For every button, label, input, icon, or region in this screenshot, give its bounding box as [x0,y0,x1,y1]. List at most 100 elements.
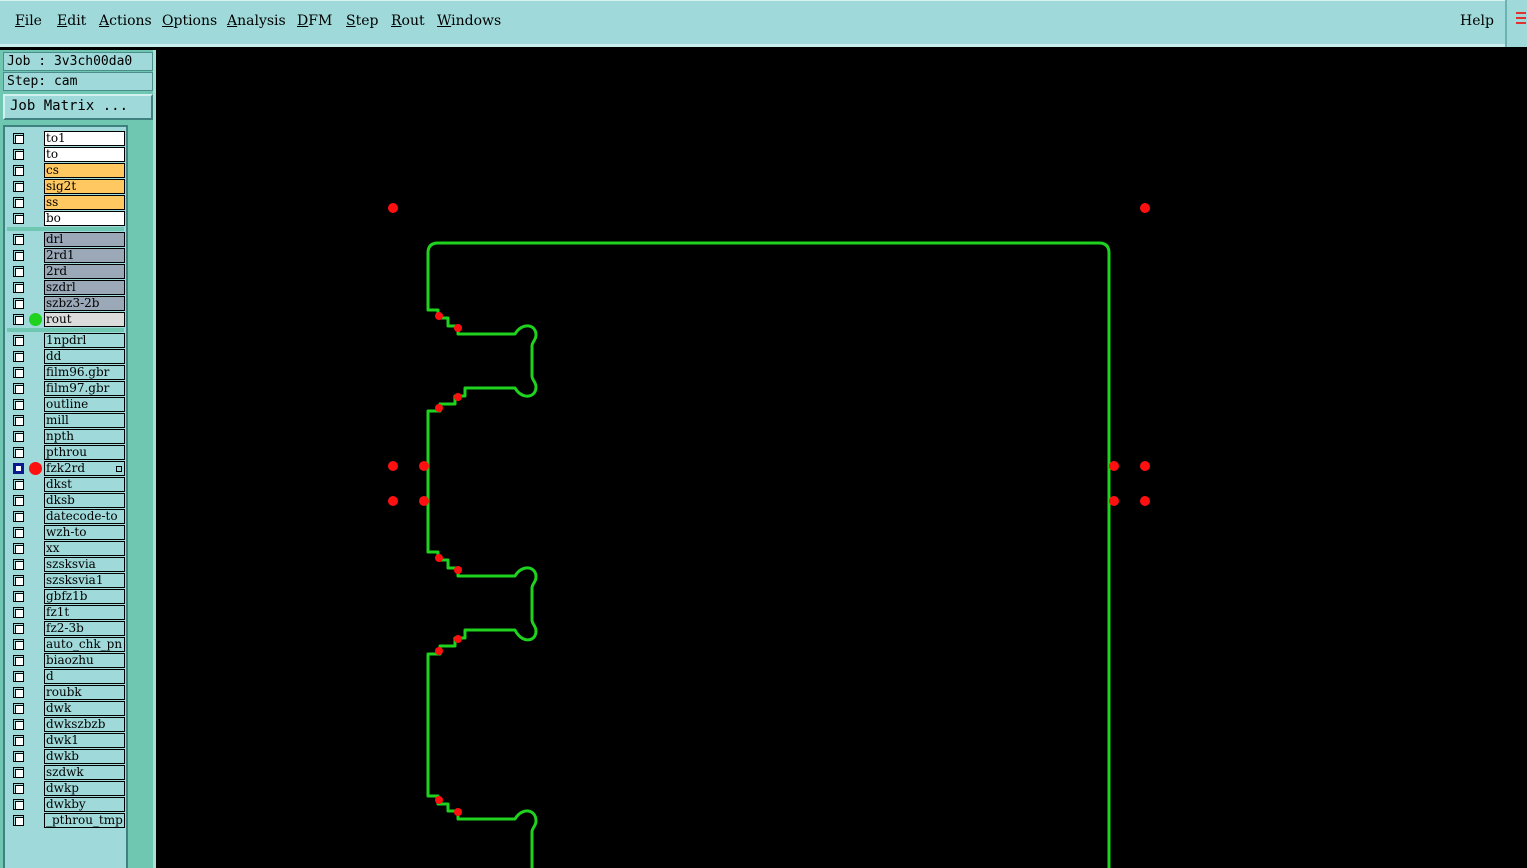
layer-name[interactable]: film97.gbr [44,381,125,396]
layer-checkbox[interactable] [13,495,24,506]
layer-row[interactable]: bo [8,211,125,226]
layer-checkbox[interactable] [13,367,24,378]
layer-row[interactable]: npth [8,429,125,444]
layer-name[interactable]: datecode-to [44,509,125,524]
layer-name[interactable]: gbfz1b [44,589,125,604]
layer-checkbox[interactable] [13,799,24,810]
layer-name[interactable]: ss [44,195,125,210]
layer-row[interactable]: dwkszbzb [8,717,125,732]
layer-checkbox[interactable] [13,607,24,618]
layer-name[interactable]: 1npdrl [44,333,125,348]
layer-name[interactable]: film96.gbr [44,365,125,380]
layer-row[interactable]: 1npdrl [8,333,125,348]
layer-checkbox[interactable] [13,719,24,730]
layer-name[interactable]: dwkb [44,749,125,764]
layer-name[interactable]: roubk [44,685,125,700]
layer-row[interactable]: ss [8,195,125,210]
layer-row[interactable]: outline [8,397,125,412]
layer-name[interactable]: dwkp [44,781,125,796]
layer-row[interactable]: to1 [8,131,125,146]
layer-row[interactable]: szdwk [8,765,125,780]
layer-checkbox[interactable] [13,149,24,160]
layer-row[interactable]: _pthrou_tmp [8,813,125,828]
layer-row[interactable]: film96.gbr [8,365,125,380]
layer-name[interactable]: npth [44,429,125,444]
layer-checkbox[interactable] [13,399,24,410]
menu-dfm[interactable]: DFM [297,13,332,29]
layer-checkbox[interactable] [13,213,24,224]
layer-checkbox[interactable] [13,575,24,586]
layer-name[interactable]: outline [44,397,125,412]
layer-row[interactable]: mill [8,413,125,428]
menu-analysis[interactable]: Analysis [227,13,286,29]
layer-row[interactable]: fz1t [8,605,125,620]
layer-checkbox[interactable] [13,266,24,277]
layer-name[interactable]: sig2t [44,179,125,194]
layer-checkbox[interactable] [13,415,24,426]
menu-actions[interactable]: Actions [99,13,152,29]
layer-checkbox[interactable] [13,511,24,522]
layer-checkbox[interactable] [13,559,24,570]
layer-name[interactable]: fz2-3b [44,621,125,636]
layer-checkbox[interactable] [13,479,24,490]
layer-checkbox[interactable] [13,351,24,362]
layer-row[interactable]: dkst [8,477,125,492]
layer-row[interactable]: film97.gbr [8,381,125,396]
layer-checkbox[interactable] [13,383,24,394]
layer-display-indicator-icon[interactable] [29,313,42,326]
layer-row[interactable]: szbz3-2b [8,296,125,311]
menu-edit[interactable]: Edit [57,13,86,29]
layer-checkbox[interactable] [13,815,24,826]
layer-checkbox[interactable] [13,703,24,714]
layer-row[interactable]: fzk2rd [8,461,125,476]
layer-name[interactable]: szdwk [44,765,125,780]
layer-name[interactable]: bo [44,211,125,226]
layer-checkbox[interactable] [13,767,24,778]
layer-checkbox[interactable] [13,165,24,176]
layer-row[interactable]: szsksvia1 [8,573,125,588]
layer-row[interactable]: 2rd [8,264,125,279]
layer-row[interactable]: 2rd1 [8,248,125,263]
layer-display-indicator-icon[interactable] [29,462,42,475]
menu-rout[interactable]: Rout [391,13,425,29]
layer-name[interactable]: dwk [44,701,125,716]
layer-checkbox[interactable] [13,335,24,346]
graphic-canvas[interactable] [156,50,1527,868]
layer-row[interactable]: d [8,669,125,684]
layer-name[interactable]: dwkszbzb [44,717,125,732]
menu-file[interactable]: File [15,13,42,29]
layer-row[interactable]: dd [8,349,125,364]
layer-checkbox[interactable] [13,234,24,245]
layer-name[interactable]: dksb [44,493,125,508]
layer-name[interactable]: xx [44,541,125,556]
layer-row[interactable]: sig2t [8,179,125,194]
layer-row[interactable]: dwkp [8,781,125,796]
layer-row[interactable]: cs [8,163,125,178]
layer-row[interactable]: dwkby [8,797,125,812]
layer-name[interactable]: dkst [44,477,125,492]
layer-name[interactable]: szdrl [44,280,125,295]
layer-checkbox[interactable] [13,133,24,144]
layer-name[interactable]: 2rd1 [44,248,125,263]
layer-checkbox[interactable] [13,282,24,293]
layer-name[interactable]: cs [44,163,125,178]
layer-name[interactable]: dwkby [44,797,125,812]
layer-row[interactable]: dksb [8,493,125,508]
layer-row[interactable]: gbfz1b [8,589,125,604]
layer-name[interactable]: drl [44,232,125,247]
menu-step[interactable]: Step [346,13,378,29]
layer-name[interactable]: fz1t [44,605,125,620]
layer-name[interactable]: 2rd [44,264,125,279]
layer-row[interactable]: dwk [8,701,125,716]
layer-name[interactable]: szbz3-2b [44,296,125,311]
layer-row[interactable]: wzh-to [8,525,125,540]
layer-checkbox[interactable] [13,591,24,602]
layer-row[interactable]: rout [8,312,125,327]
layer-name[interactable]: dwk1 [44,733,125,748]
layer-row[interactable]: fz2-3b [8,621,125,636]
layer-row[interactable]: dwkb [8,749,125,764]
layer-checkbox[interactable] [13,527,24,538]
layer-checkbox[interactable] [13,783,24,794]
layer-name[interactable]: szsksvia1 [44,573,125,588]
layer-row[interactable]: biaozhu [8,653,125,668]
